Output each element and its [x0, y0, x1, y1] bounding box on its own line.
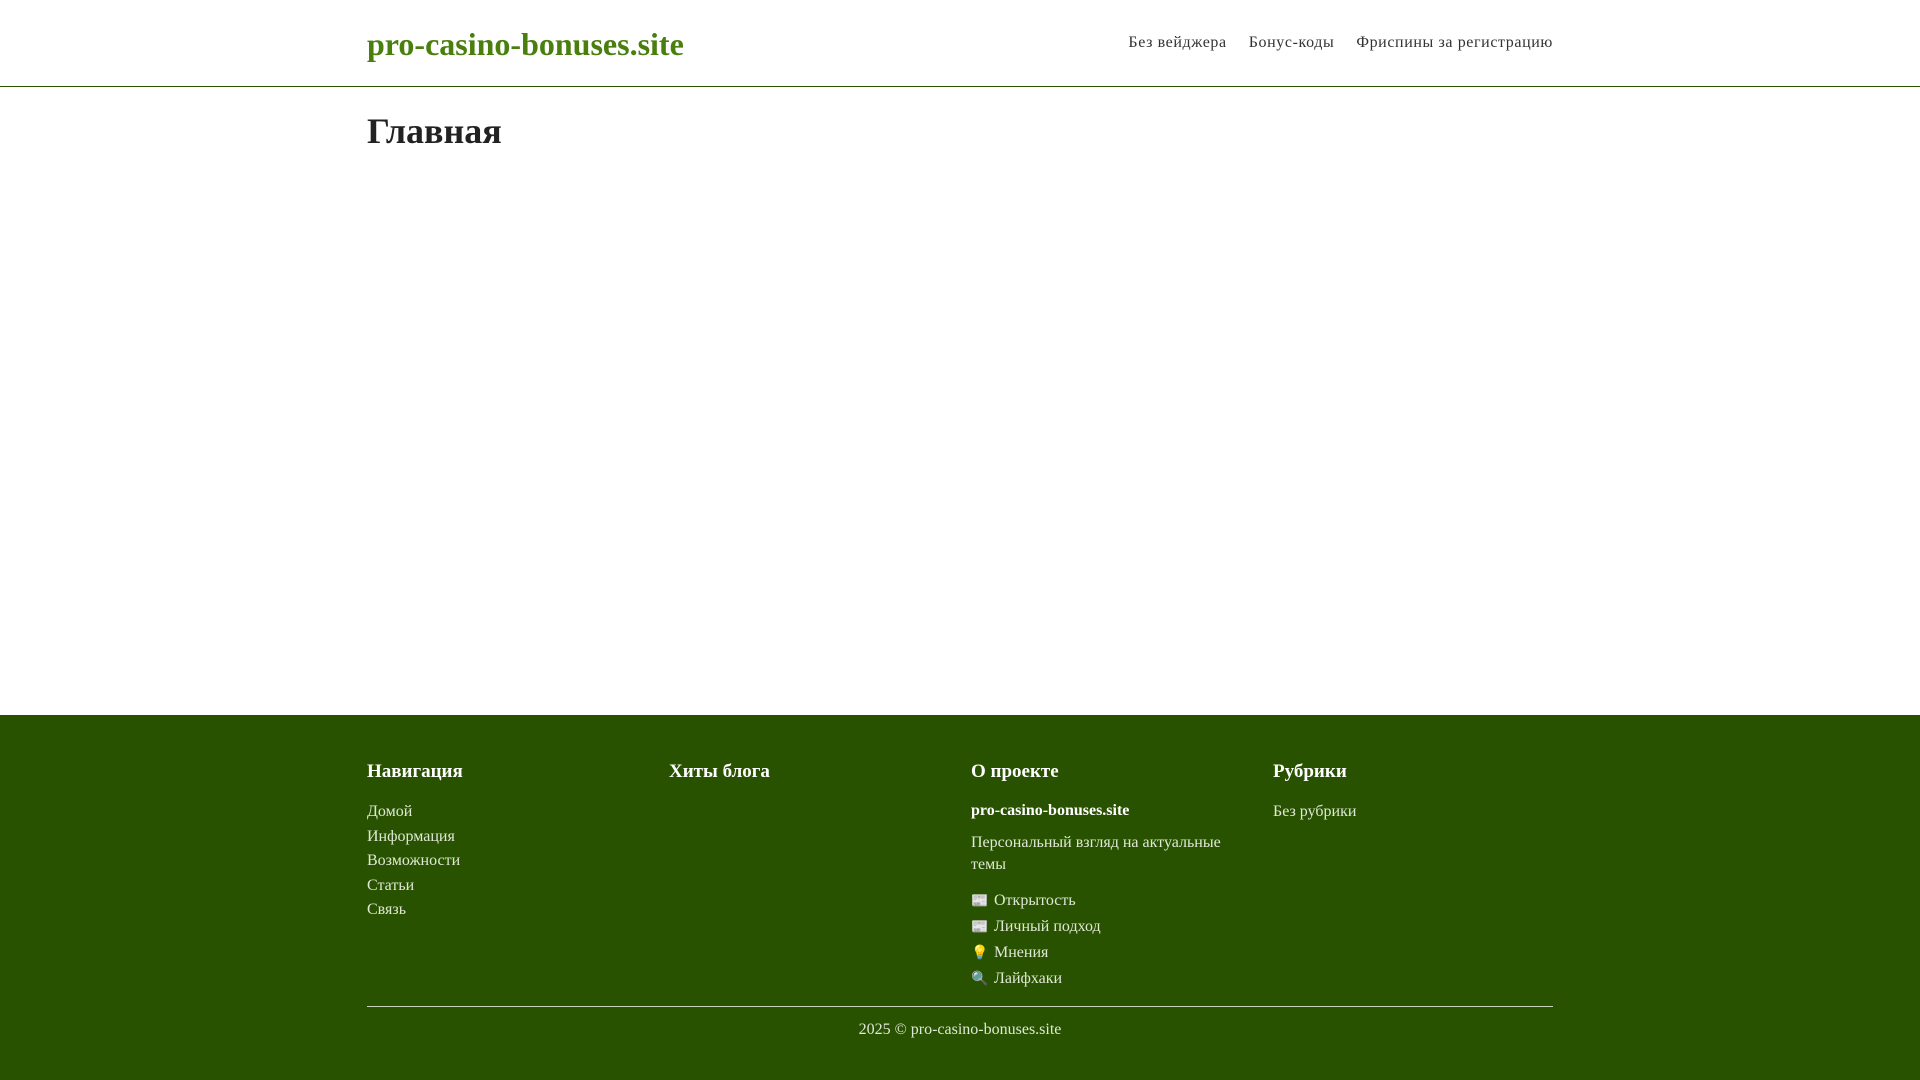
footer-navigation-heading: Навигация	[367, 761, 463, 782]
page-title: Главная	[367, 111, 502, 151]
footer-link-uncategorized[interactable]: Без рубрики	[1273, 803, 1356, 820]
list-item: Домой	[367, 800, 649, 825]
footer-link-home[interactable]: Домой	[367, 803, 412, 820]
list-item: Без рубрики	[1273, 800, 1555, 825]
footer-link-contact[interactable]: Связь	[367, 901, 406, 918]
feature-item: 💡 Мнения	[971, 940, 1253, 966]
footer-inner: Навигация Домой Информация Возможности С…	[367, 715, 1553, 1080]
newspaper-icon: 📰	[971, 919, 989, 935]
nav-link-free-spins[interactable]: Фриспины за регистрацию	[1356, 32, 1553, 54]
about-site-name: pro-casino-bonuses.site	[971, 802, 1130, 819]
feature-label: Личный подход	[994, 918, 1101, 935]
feature-item: 📰 Открытость	[971, 888, 1253, 914]
list-item: Статьи	[367, 874, 649, 899]
feature-item: 🔍 Лайфхаки	[971, 966, 1253, 992]
footer-navigation-list: Домой Информация Возможности Статьи Связ…	[367, 800, 649, 923]
site-footer: Навигация Домой Информация Возможности С…	[0, 715, 1920, 1080]
page: pro-casino-bonuses.site Без вейджера Бон…	[0, 0, 1920, 1080]
footer-navigation-column: Навигация Домой Информация Возможности С…	[367, 759, 649, 923]
site-header: pro-casino-bonuses.site Без вейджера Бон…	[0, 0, 1920, 87]
nav-link-bonus-codes[interactable]: Бонус-коды	[1249, 32, 1335, 54]
list-item: Информация	[367, 825, 649, 850]
footer-link-info[interactable]: Информация	[367, 828, 455, 845]
copyright-text: 2025 © pro-casino-bonuses.site	[858, 1021, 1062, 1038]
feature-label: Лайфхаки	[994, 970, 1063, 987]
footer-divider	[367, 1006, 1553, 1007]
magnifier-icon: 🔍	[971, 971, 989, 987]
light-bulb-icon: 💡	[971, 945, 989, 961]
footer-rubrics-list: Без рубрики	[1273, 800, 1555, 825]
feature-item: 📰 Личный подход	[971, 914, 1253, 940]
footer-hits-heading: Хиты блога	[669, 761, 770, 782]
footer-rubrics-column: Рубрики Без рубрики	[1273, 759, 1555, 825]
list-item: Связь	[367, 898, 649, 923]
footer-link-articles[interactable]: Статьи	[367, 877, 414, 894]
about-description: Персональный взгляд на актуальные темы	[971, 834, 1221, 873]
footer-about-column: О проекте pro-casino-bonuses.site Персон…	[971, 759, 1253, 992]
nav-link-no-wager[interactable]: Без вейджера	[1128, 32, 1226, 54]
feature-label: Мнения	[994, 944, 1049, 961]
footer-hits-column: Хиты блога	[669, 759, 951, 800]
site-logo-link[interactable]: pro-casino-bonuses.site	[367, 22, 684, 66]
newspaper-icon: 📰	[971, 893, 989, 909]
footer-about-heading: О проекте	[971, 761, 1059, 782]
footer-link-features[interactable]: Возможности	[367, 852, 460, 869]
feature-label: Открытость	[994, 892, 1076, 909]
list-item: Возможности	[367, 849, 649, 874]
top-nav: Без вейджера Бонус-коды Фриспины за реги…	[1128, 32, 1553, 54]
footer-rubrics-heading: Рубрики	[1273, 761, 1347, 782]
